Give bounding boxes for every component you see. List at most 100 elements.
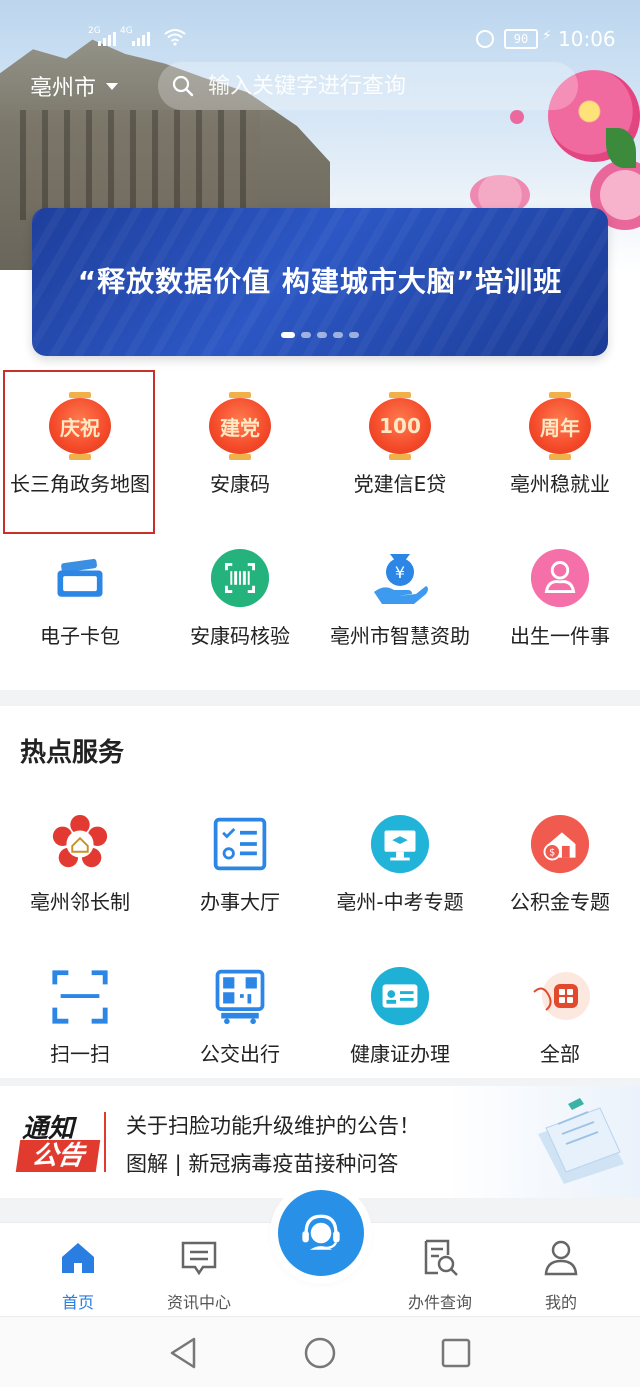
doc-search-icon bbox=[424, 1239, 458, 1276]
service-label: 亳州稳就业 bbox=[510, 472, 610, 496]
all-grid-icon bbox=[528, 964, 592, 1028]
paper-stack-illustration bbox=[538, 1098, 624, 1184]
service-label: 亳州市智慧资助 bbox=[330, 624, 470, 648]
service-label: 健康证办理 bbox=[350, 1042, 450, 1066]
service-health-cert[interactable]: 健康证办理 bbox=[320, 942, 480, 1094]
wifi-icon bbox=[164, 29, 186, 46]
caret-down-icon bbox=[106, 82, 119, 90]
service-label: 公交出行 bbox=[200, 1042, 280, 1066]
promo-banner[interactable]: “释放数据价值 构建城市大脑”培训班 bbox=[32, 208, 608, 356]
scan-frame-icon bbox=[48, 964, 112, 1028]
carousel-dot[interactable] bbox=[349, 332, 359, 338]
user-icon bbox=[544, 1240, 578, 1276]
petal-image bbox=[510, 110, 524, 124]
banner-title: “释放数据价值 构建城市大脑”培训班 bbox=[77, 265, 563, 298]
service-scan[interactable]: 扫一扫 bbox=[0, 942, 160, 1094]
notice-logo: 通知 公告 bbox=[15, 1108, 104, 1172]
back-icon[interactable] bbox=[166, 1335, 202, 1371]
recents-icon[interactable] bbox=[438, 1335, 474, 1371]
service-bus-travel[interactable]: 公交出行 bbox=[160, 942, 320, 1094]
lantern-glyph: 周年 bbox=[529, 392, 591, 460]
service-housing-fund[interactable]: $ 公积金专题 bbox=[480, 790, 640, 942]
service-office-hall[interactable]: 办事大厅 bbox=[160, 790, 320, 942]
signal-bars-icon bbox=[132, 32, 150, 46]
battery-icon: 90 bbox=[504, 29, 538, 49]
city-selector[interactable]: 亳州市 bbox=[30, 70, 119, 102]
battery-level: 90 bbox=[513, 32, 529, 46]
service-label: 公积金专题 bbox=[510, 890, 610, 914]
service-label: 办事大厅 bbox=[200, 890, 280, 914]
tab-home[interactable]: 首页 bbox=[23, 1223, 133, 1317]
hot-services-grid: 亳州邻长制 办事大厅 亳州-中考专题 $ 公积金专题 扫一扫 公交出行 健康证办… bbox=[0, 790, 640, 1094]
svg-text:¥: ¥ bbox=[395, 563, 405, 582]
service-label: 安康码核验 bbox=[190, 624, 290, 648]
svg-text:$: $ bbox=[549, 848, 555, 859]
service-party-credit-loan[interactable]: 100 党建信E贷 bbox=[320, 372, 480, 524]
lantern-icon: 周年 bbox=[528, 392, 592, 460]
carousel-dot[interactable] bbox=[281, 332, 295, 338]
checklist-icon bbox=[208, 812, 272, 876]
building-facade bbox=[20, 110, 260, 220]
id-card-icon bbox=[368, 964, 432, 1028]
service-label: 党建信E贷 bbox=[353, 472, 447, 496]
house-dollar-icon: $ bbox=[528, 812, 592, 876]
service-bozhou-employment[interactable]: 周年 亳州稳就业 bbox=[480, 372, 640, 524]
carousel-dot[interactable] bbox=[301, 332, 311, 338]
status-bar: 2G 4G 90 ⚡ 10:06 bbox=[0, 24, 640, 56]
service-label: 亳州-中考专题 bbox=[336, 890, 464, 914]
lantern-icon: 建党 bbox=[208, 392, 272, 460]
service-label: 亳州邻长制 bbox=[30, 890, 130, 914]
barcode-scan-icon bbox=[208, 546, 272, 610]
service-smart-aid[interactable]: ¥ 亳州市智慧资助 bbox=[320, 524, 480, 676]
message-icon bbox=[181, 1241, 217, 1276]
notice-item[interactable]: 图解 | 新冠病毒疫苗接种问答 bbox=[126, 1148, 398, 1178]
highlight-box bbox=[3, 370, 155, 534]
service-all[interactable]: 全部 bbox=[480, 942, 640, 1094]
service-label: 全部 bbox=[540, 1042, 580, 1066]
network-4g-label: 4G bbox=[120, 26, 133, 36]
lantern-glyph: 100 bbox=[369, 392, 431, 460]
baby-icon bbox=[528, 546, 592, 610]
home-icon bbox=[62, 1243, 94, 1273]
tab-news-center[interactable]: 资讯中心 bbox=[144, 1223, 254, 1317]
tab-label: 首页 bbox=[61, 1293, 94, 1312]
notice-item[interactable]: 关于扫脸功能升级维护的公告！ bbox=[126, 1110, 420, 1140]
service-neighbor-head[interactable]: 亳州邻长制 bbox=[0, 790, 160, 942]
service-label: 电子卡包 bbox=[40, 624, 120, 648]
section-divider bbox=[0, 1078, 640, 1086]
clock-time: 10:06 bbox=[558, 27, 616, 51]
tab-mine[interactable]: 我的 bbox=[506, 1223, 616, 1317]
service-label: 安康码 bbox=[210, 472, 270, 496]
system-nav-bar bbox=[0, 1316, 640, 1387]
search-box[interactable] bbox=[158, 62, 578, 110]
lantern-icon: 100 bbox=[368, 392, 432, 460]
carousel-dot[interactable] bbox=[317, 332, 327, 338]
service-birth-one-thing[interactable]: 出生一件事 bbox=[480, 524, 640, 676]
app-page: 2G 4G 90 ⚡ 10:06 亳州市 “释放数据价值 构建城市大脑 bbox=[0, 0, 640, 1387]
notice-logo-line2: 公告 bbox=[15, 1140, 101, 1172]
search-input[interactable] bbox=[208, 73, 568, 99]
service-label: 出生一件事 bbox=[510, 624, 610, 648]
alarm-icon bbox=[476, 30, 494, 48]
lantern-glyph: 建党 bbox=[209, 392, 271, 460]
carousel-dot[interactable] bbox=[333, 332, 343, 338]
city-label: 亳州市 bbox=[30, 76, 97, 101]
customer-service-button[interactable] bbox=[278, 1190, 364, 1276]
hot-services-title: 热点服务 bbox=[20, 738, 125, 768]
service-ankang-code[interactable]: 建党 安康码 bbox=[160, 372, 320, 524]
service-zhongkao-topic[interactable]: 亳州-中考专题 bbox=[320, 790, 480, 942]
signal-bars-icon bbox=[98, 32, 116, 46]
tab-case-query[interactable]: 办件查询 bbox=[385, 1223, 495, 1317]
flower-house-icon bbox=[48, 812, 112, 876]
customer-service-icon bbox=[302, 1214, 340, 1250]
tab-label: 我的 bbox=[544, 1293, 577, 1312]
home-circle-icon[interactable] bbox=[302, 1335, 338, 1371]
carousel-dots bbox=[32, 332, 608, 338]
notice-separator bbox=[104, 1112, 106, 1172]
service-e-card-wallet[interactable]: 电子卡包 bbox=[0, 524, 160, 676]
notice-board[interactable]: 通知 公告 关于扫脸功能升级维护的公告！ 图解 | 新冠病毒疫苗接种问答 bbox=[0, 1086, 640, 1198]
service-label: 扫一扫 bbox=[50, 1042, 110, 1066]
section-divider bbox=[0, 690, 640, 706]
search-icon bbox=[172, 75, 194, 97]
service-ankang-verify[interactable]: 安康码核验 bbox=[160, 524, 320, 676]
